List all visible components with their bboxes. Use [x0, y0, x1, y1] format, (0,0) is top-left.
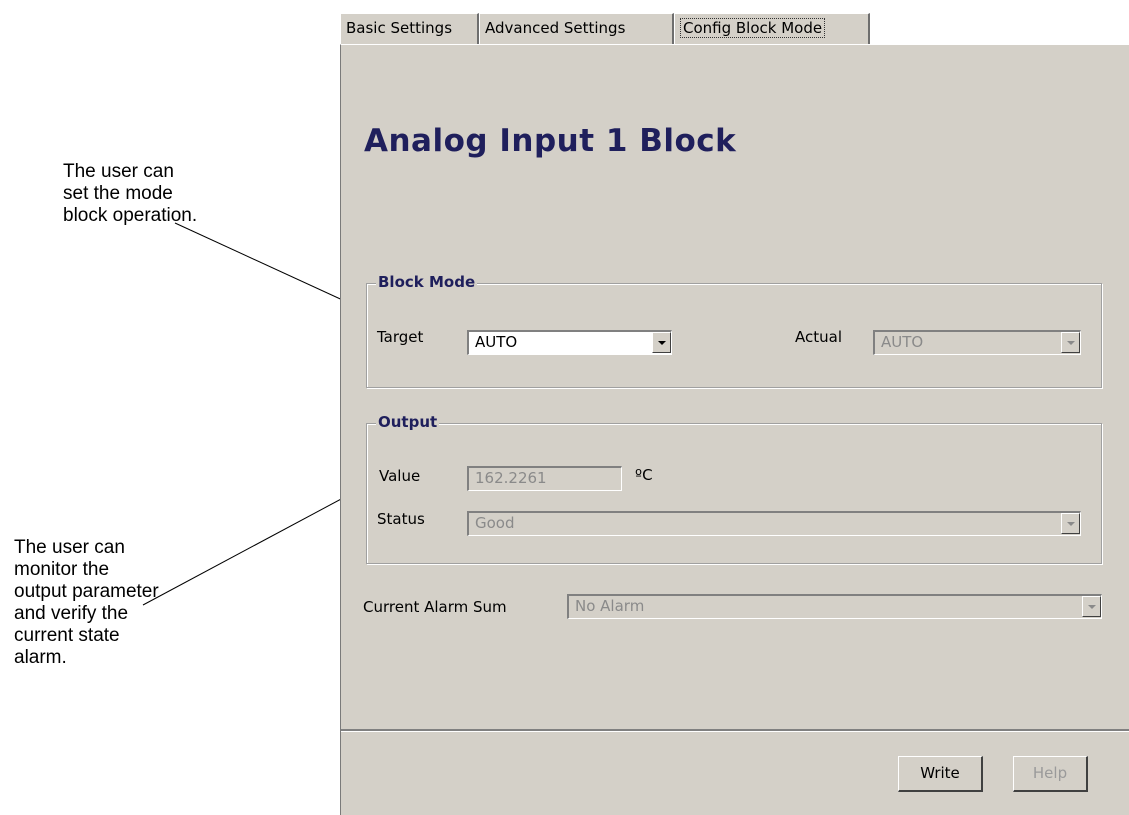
- leader-line-output: [142, 489, 359, 606]
- output-value-field: 162.2261: [467, 466, 622, 491]
- actual-select: AUTO: [873, 330, 1081, 355]
- tab-label: Basic Settings: [346, 19, 453, 37]
- chevron-down-icon: [1088, 605, 1096, 609]
- status-label: Status: [377, 510, 425, 528]
- block-mode-group: Block Mode Target AUTO Actual AUTO: [366, 273, 1102, 388]
- tab-label: Advanced Settings: [485, 19, 626, 37]
- output-value: 162.2261: [475, 469, 547, 487]
- target-value: AUTO: [475, 333, 518, 351]
- chevron-down-icon: [1067, 341, 1075, 345]
- output-legend: Output: [376, 413, 440, 431]
- page-title: Analog Input 1 Block: [364, 123, 737, 159]
- status-value: Good: [475, 514, 515, 532]
- help-button: Help: [1013, 756, 1088, 792]
- chevron-down-icon: [658, 341, 666, 345]
- tab-bar: Basic Settings Advanced Settings Config …: [340, 13, 1129, 46]
- chevron-down-icon: [1067, 522, 1075, 526]
- tab-advanced-settings[interactable]: Advanced Settings: [479, 13, 674, 44]
- unit-label: ºC: [635, 466, 653, 484]
- alarm-dropdown-button: [1082, 596, 1101, 617]
- status-dropdown-button: [1061, 513, 1080, 534]
- alarm-sum-select: No Alarm: [567, 594, 1102, 619]
- status-select: Good: [467, 511, 1081, 536]
- tab-config-block-mode[interactable]: Config Block Mode: [674, 13, 870, 46]
- separator: [341, 729, 1129, 732]
- target-select[interactable]: AUTO: [467, 330, 672, 355]
- target-dropdown-button[interactable]: [652, 332, 671, 353]
- tab-basic-settings[interactable]: Basic Settings: [340, 13, 479, 44]
- alarm-sum-value: No Alarm: [575, 597, 645, 615]
- config-panel: Analog Input 1 Block Block Mode Target A…: [340, 44, 1129, 815]
- output-group: Output Value 162.2261 ºC Status Good: [366, 413, 1102, 564]
- tab-label: Config Block Mode: [680, 18, 826, 38]
- actual-value: AUTO: [881, 333, 924, 351]
- actual-label: Actual: [795, 328, 842, 346]
- actual-dropdown-button: [1061, 332, 1080, 353]
- value-label: Value: [379, 467, 421, 485]
- target-label: Target: [377, 328, 424, 346]
- alarm-sum-label: Current Alarm Sum: [363, 598, 507, 616]
- block-mode-legend: Block Mode: [376, 273, 478, 291]
- write-button[interactable]: Write: [898, 756, 983, 792]
